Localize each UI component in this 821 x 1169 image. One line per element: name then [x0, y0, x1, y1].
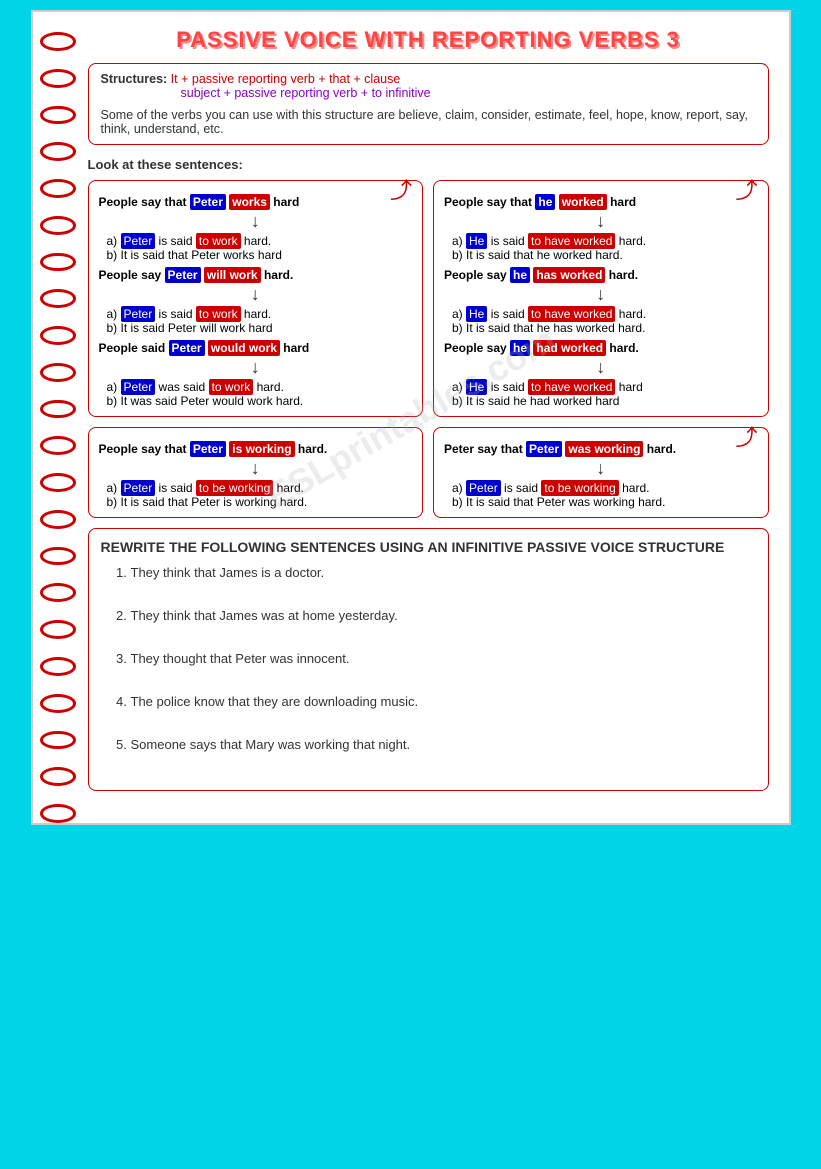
structures-box: Structures: It + passive reporting verb … — [88, 63, 769, 145]
exercise-list: They think that James is a doctor. They … — [101, 565, 756, 752]
box3-name1: Peter — [190, 441, 226, 457]
box1-line2: People say Peter will work hard. — [99, 268, 413, 282]
box1-a2: a) Peter is said to work hard. — [107, 307, 413, 321]
box1-verb3: would work — [208, 340, 280, 356]
formula2: subject + passive reporting verb + to in… — [181, 86, 756, 100]
box3-a1-name: Peter — [121, 480, 156, 496]
box2-arrow3: ↓ — [444, 357, 758, 378]
box2-arrow2: ↓ — [444, 284, 758, 305]
list-item: They think that James was at home yester… — [131, 608, 756, 623]
box1-verb2: will work — [204, 267, 261, 283]
box3-a1-verb: to be working — [196, 480, 273, 496]
box3-arrow1: ↓ — [99, 458, 413, 479]
rewrite-heading: REWRITE THE FOLLOWING SENTENCES USING AN… — [101, 539, 756, 555]
box1-a3-name: Peter — [121, 379, 156, 395]
box2-verb1: worked — [559, 194, 607, 210]
box3-verb1: is working — [229, 441, 294, 457]
list-item: The police know that they are downloadin… — [131, 694, 756, 709]
box1-verb1: works — [229, 194, 270, 210]
example-box-3: People say that Peter is working hard. ↓… — [88, 427, 424, 518]
box1-arrow1: ↓ — [99, 211, 413, 232]
structures-desc: Some of the verbs you can use with this … — [101, 108, 756, 136]
box2-a1: a) He is said to have worked hard. — [452, 234, 758, 248]
list-item: They think that James is a doctor. — [131, 565, 756, 580]
box3-a1: a) Peter is said to be working hard. — [107, 481, 413, 495]
box2-name2: he — [510, 267, 530, 283]
box3-line1: People say that Peter is working hard. — [99, 442, 413, 456]
look-heading: Look at these sentences: — [88, 157, 769, 172]
box1-line1: People say that Peter works hard — [99, 195, 413, 209]
box1-a1-name: Peter — [121, 233, 156, 249]
example-box-2: ⤴ People say that he worked hard ↓ a) He… — [433, 180, 769, 417]
box2-arrow1: ↓ — [444, 211, 758, 232]
box2-a2-verb: to have worked — [528, 306, 615, 322]
box2-line1: People say that he worked hard — [444, 195, 758, 209]
page-title: PASSIVE VOICE WITH REPORTING VERBS 3 — [88, 27, 769, 53]
box2-a2-name: He — [466, 306, 487, 322]
box2-name1: he — [535, 194, 555, 210]
scroll-deco-1: ⤴ — [390, 173, 412, 205]
box4-line1: Peter say that Peter was working hard. — [444, 442, 758, 456]
box4-a1: a) Peter is said to be working hard. — [452, 481, 758, 495]
box3-b1: b) It is said that Peter is working hard… — [107, 495, 413, 509]
structures-label: Structures: — [101, 72, 168, 86]
examples-row-1: ⤴ People say that Peter works hard ↓ a) … — [88, 180, 769, 417]
box2-name3: he — [510, 340, 530, 356]
box2-b2: b) It is said that he has worked hard. — [452, 321, 758, 335]
box1-b3: b) It was said Peter would work hard. — [107, 394, 413, 408]
box2-a3-name: He — [466, 379, 487, 395]
box2-line2: People say he has worked hard. — [444, 268, 758, 282]
scroll-deco-4: ⤴ — [735, 420, 757, 452]
list-item: They thought that Peter was innocent. — [131, 651, 756, 666]
box4-verb1: was working — [565, 441, 643, 457]
box2-b1: b) It is said that he worked hard. — [452, 248, 758, 262]
example-box-1: ⤴ People say that Peter works hard ↓ a) … — [88, 180, 424, 417]
box1-a2-name: Peter — [121, 306, 156, 322]
box1-name1: Peter — [190, 194, 226, 210]
box4-a1-name: Peter — [466, 480, 501, 496]
list-item: Someone says that Mary was working that … — [131, 737, 756, 752]
box1-line3: People said Peter would work hard — [99, 341, 413, 355]
spiral-binding — [33, 12, 83, 823]
box1-name3: Peter — [169, 340, 205, 356]
box1-a3: a) Peter was said to work hard. — [107, 380, 413, 394]
box2-verb2: has worked — [533, 267, 605, 283]
box1-a1-verb: to work — [196, 233, 241, 249]
box4-a1-verb: to be working — [541, 480, 618, 496]
box4-name1: Peter — [526, 441, 562, 457]
scroll-deco-2: ⤴ — [735, 173, 757, 205]
box1-a3-verb: to work — [209, 379, 254, 395]
box2-verb3: had worked — [533, 340, 606, 356]
box2-a2: a) He is said to have worked hard. — [452, 307, 758, 321]
examples-row-2: People say that Peter is working hard. ↓… — [88, 427, 769, 518]
example-box-4: ⤴ Peter say that Peter was working hard.… — [433, 427, 769, 518]
box4-b1: b) It is said that Peter was working har… — [452, 495, 758, 509]
box2-line3: People say he had worked hard. — [444, 341, 758, 355]
box2-a3: a) He is said to have worked hard — [452, 380, 758, 394]
box2-a1-verb: to have worked — [528, 233, 615, 249]
page-container: ESLprintables.com PASSIVE VOICE WITH REP… — [31, 10, 791, 825]
box1-arrow2: ↓ — [99, 284, 413, 305]
rewrite-section: REWRITE THE FOLLOWING SENTENCES USING AN… — [88, 528, 769, 791]
box1-a2-verb: to work — [196, 306, 241, 322]
box2-b3: b) It is said he had worked hard — [452, 394, 758, 408]
box2-a3-verb: to have worked — [528, 379, 615, 395]
box4-arrow1: ↓ — [444, 458, 758, 479]
box1-b2: b) It is said Peter will work hard — [107, 321, 413, 335]
box1-b1: b) It is said that Peter works hard — [107, 248, 413, 262]
formula1: It + passive reporting verb + that + cla… — [171, 72, 401, 86]
box1-name2: Peter — [165, 267, 201, 283]
box2-a1-name: He — [466, 233, 487, 249]
box1-arrow3: ↓ — [99, 357, 413, 378]
box1-a1: a) Peter is said to work hard. — [107, 234, 413, 248]
